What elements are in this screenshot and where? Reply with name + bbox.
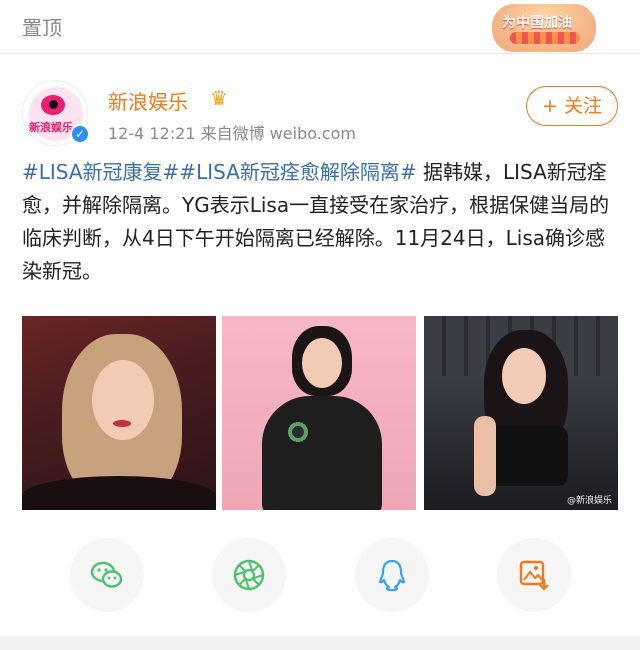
photo-1[interactable] [22,316,216,510]
shoulder-shape [22,476,216,510]
author-name[interactable]: 新浪娱乐 [108,86,188,115]
pinned-label: 置顶 [22,16,62,40]
avatar-logo-text: 新浪娱乐 [29,121,73,134]
badge-text: 为中国加油 [502,15,572,31]
pupil-icon [49,100,58,109]
share-moments-button[interactable] [212,538,286,612]
verified-check-icon: ✓ [70,124,90,144]
save-image-button[interactable] [497,538,571,612]
post-text: #LISA新冠康复##LISA新冠痊愈解除隔离# 据韩媒，LISA新冠痊愈，并解… [22,156,620,288]
share-qq-button[interactable] [355,538,429,612]
hashtag-lisa-recovery[interactable]: #LISA新冠康复# [22,160,179,184]
share-wechat-button[interactable] [70,538,144,612]
hashtag-lisa-quarantine-lifted[interactable]: #LISA新冠痊愈解除隔离# [179,160,416,184]
qq-icon [378,559,406,592]
face-shape [502,348,546,404]
moments-icon [233,559,265,591]
photo-watermark: @新浪娱乐 [566,496,612,506]
arm-shape [474,416,496,496]
face-shape [302,338,342,388]
top-bar: 置顶 为中国加油 [0,0,640,54]
share-bar [0,538,640,618]
photo-3[interactable]: @新浪娱乐 [424,316,618,510]
follow-button[interactable]: + 关注 [526,86,618,126]
wechat-icon [90,561,123,588]
crown-icon: ♛ [210,86,228,110]
photo-2[interactable] [222,316,416,510]
post-meta: 12-4 12:21 来自微博 weibo.com [108,124,356,143]
dress-shape [262,396,382,510]
lips-shape [113,420,131,427]
save-image-icon [519,560,549,591]
badge-stripe [510,32,580,44]
face-shape [92,360,154,440]
bottom-divider [0,636,640,650]
cheer-china-badge[interactable]: 为中国加油 [492,4,596,52]
